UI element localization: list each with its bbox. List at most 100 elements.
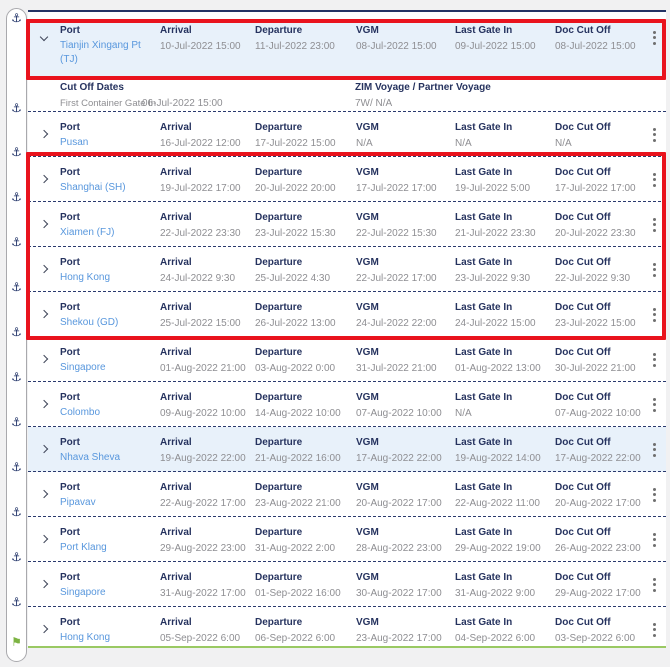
port-column-label: Port [60,392,160,403]
chevron-right-icon[interactable] [40,355,48,363]
vgm-cell: VGM 22-Jul-2022 15:30 [356,212,455,246]
port-name-link[interactable]: Singapore [60,586,160,600]
port-row[interactable]: Port Tianjin Xingang Pt (TJ) Arrival 10-… [28,19,666,78]
doc-cut-off-cell: Doc Cut Off 29-Aug-2022 17:00 [555,572,642,606]
last-gate-in-column-label: Last Gate In [455,572,555,583]
doc-cut-off-value: 26-Aug-2022 23:00 [555,543,642,554]
expand-toggle[interactable] [28,212,60,246]
departure-value: 25-Jul-2022 4:30 [255,273,356,284]
expand-toggle[interactable] [28,302,60,336]
kebab-menu-icon[interactable] [642,572,666,606]
expand-toggle[interactable] [28,572,60,606]
vgm-cell: VGM 17-Aug-2022 22:00 [356,437,455,471]
chevron-right-icon[interactable] [40,400,48,408]
port-row[interactable]: Port Pipavav Arrival 22-Aug-2022 17:00 D… [28,472,666,517]
last-gate-in-cell: Last Gate In 09-Jul-2022 15:00 [455,25,555,78]
arrival-value: 05-Sep-2022 6:00 [160,633,255,644]
doc-cut-off-column-label: Doc Cut Off [555,167,642,178]
departure-value: 21-Aug-2022 16:00 [255,453,356,464]
port-row[interactable]: Port Shanghai (SH) Arrival 19-Jul-2022 1… [28,157,666,202]
port-name-link[interactable]: Nhava Sheva [60,451,160,465]
port-row[interactable]: Port Singapore Arrival 01-Aug-2022 21:00… [28,337,666,382]
arrival-column-label: Arrival [160,527,255,538]
cut-off-dates-block: Cut Off Dates First Container Gate In 06… [60,82,355,111]
departure-value: 06-Sep-2022 6:00 [255,633,356,644]
vgm-cell: VGM 30-Aug-2022 17:00 [356,572,455,606]
anchor-icon: ⚓ [7,280,26,294]
kebab-menu-icon[interactable] [642,347,666,381]
cutoff-details-section: Cut Off Dates First Container Gate In 06… [28,78,666,112]
kebab-menu-icon[interactable] [642,437,666,471]
port-name-link[interactable]: Hong Kong [60,631,160,645]
port-row[interactable]: Port Pusan Arrival 16-Jul-2022 12:00 Dep… [28,112,666,157]
chevron-right-icon[interactable] [40,130,48,138]
expand-toggle[interactable] [28,347,60,381]
port-column-label: Port [60,617,160,628]
port-name-link[interactable]: Port Klang [60,541,160,555]
port-row[interactable]: Port Port Klang Arrival 29-Aug-2022 23:0… [28,517,666,562]
doc-cut-off-value: 20-Aug-2022 17:00 [555,498,642,509]
port-name-link[interactable]: Pipavav [60,496,160,510]
expand-toggle[interactable] [28,25,60,78]
arrival-value: 09-Aug-2022 10:00 [160,408,255,419]
port-name-link[interactable]: Tianjin Xingang Pt (TJ) [60,39,160,67]
port-name-link[interactable]: Shanghai (SH) [60,181,160,195]
vgm-column-label: VGM [356,347,455,358]
expand-toggle[interactable] [28,167,60,201]
chevron-right-icon[interactable] [40,175,48,183]
expand-toggle[interactable] [28,437,60,471]
vgm-cell: VGM 24-Jul-2022 22:00 [356,302,455,336]
vgm-cell: VGM 07-Aug-2022 10:00 [356,392,455,426]
doc-cut-off-cell: Doc Cut Off 22-Jul-2022 9:30 [555,257,642,291]
chevron-right-icon[interactable] [40,580,48,588]
chevron-right-icon[interactable] [40,625,48,633]
departure-value: 11-Jul-2022 23:00 [255,41,356,52]
doc-cut-off-value: 08-Jul-2022 15:00 [555,41,642,52]
expand-toggle[interactable] [28,257,60,291]
chevron-right-icon[interactable] [40,490,48,498]
kebab-menu-icon[interactable] [642,25,666,78]
expand-toggle[interactable] [28,617,60,646]
chevron-right-icon[interactable] [40,535,48,543]
departure-column-label: Departure [255,392,356,403]
port-name-link[interactable]: Xiamen (FJ) [60,226,160,240]
kebab-menu-icon[interactable] [642,212,666,246]
port-name-link[interactable]: Shekou (GD) [60,316,160,330]
port-row[interactable]: Port Xiamen (FJ) Arrival 22-Jul-2022 23:… [28,202,666,247]
kebab-menu-icon[interactable] [642,257,666,291]
port-row[interactable]: Port Nhava Sheva Arrival 19-Aug-2022 22:… [28,427,666,472]
port-cell: Port Shanghai (SH) [60,167,160,201]
port-row[interactable]: Port Singapore Arrival 31-Aug-2022 17:00… [28,562,666,607]
vgm-value: 28-Aug-2022 23:00 [356,543,455,554]
chevron-right-icon[interactable] [40,220,48,228]
kebab-menu-icon[interactable] [642,527,666,561]
port-name-link[interactable]: Pusan [60,136,160,150]
schedule-panel: Port Tianjin Xingang Pt (TJ) Arrival 10-… [28,10,666,648]
expand-toggle[interactable] [28,527,60,561]
expand-toggle[interactable] [28,482,60,516]
vgm-value: 23-Aug-2022 17:00 [356,633,455,644]
chevron-right-icon[interactable] [40,445,48,453]
expand-toggle[interactable] [28,392,60,426]
kebab-menu-icon[interactable] [642,167,666,201]
port-name-link[interactable]: Hong Kong [60,271,160,285]
chevron-right-icon[interactable] [40,310,48,318]
chevron-right-icon[interactable] [40,265,48,273]
port-name-link[interactable]: Colombo [60,406,160,420]
expand-toggle[interactable] [28,122,60,156]
port-name-link[interactable]: Singapore [60,361,160,375]
port-row[interactable]: Port Hong Kong Arrival 05-Sep-2022 6:00 … [28,607,666,648]
port-row[interactable]: Port Colombo Arrival 09-Aug-2022 10:00 D… [28,382,666,427]
port-column-label: Port [60,302,160,313]
chevron-down-icon[interactable] [40,33,48,41]
vgm-cell: VGM 17-Jul-2022 17:00 [356,167,455,201]
kebab-menu-icon[interactable] [642,617,666,646]
kebab-menu-icon[interactable] [642,302,666,336]
kebab-menu-icon[interactable] [642,122,666,156]
port-row[interactable]: Port Hong Kong Arrival 24-Jul-2022 9:30 … [28,247,666,292]
port-row[interactable]: Port Shekou (GD) Arrival 25-Jul-2022 15:… [28,292,666,337]
kebab-menu-icon[interactable] [642,392,666,426]
vgm-value: 22-Jul-2022 17:00 [356,273,455,284]
last-gate-in-column-label: Last Gate In [455,167,555,178]
kebab-menu-icon[interactable] [642,482,666,516]
